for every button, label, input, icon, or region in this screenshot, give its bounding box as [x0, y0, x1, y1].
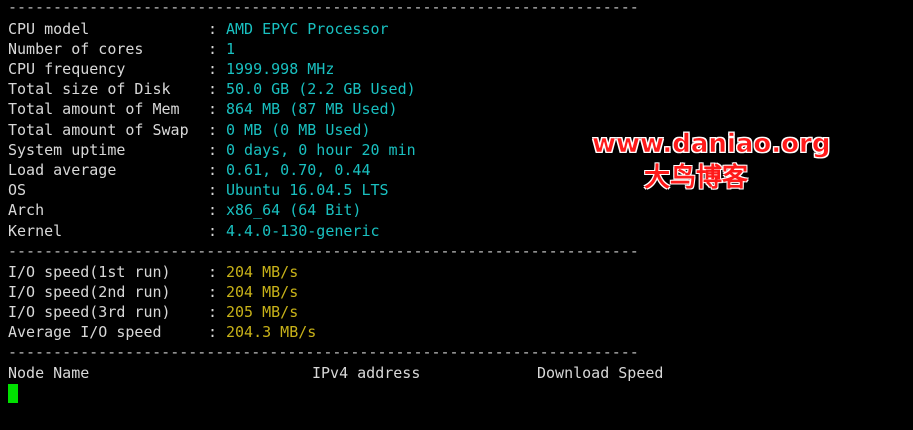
info-colon: :	[208, 80, 218, 98]
info-value: Ubuntu 16.04.5 LTS	[226, 181, 389, 199]
column-download-speed: Download Speed	[537, 364, 664, 382]
io-row-run1: I/O speed(1st run) : 204 MB/s	[8, 262, 888, 282]
info-value: 0 MB (0 MB Used)	[226, 121, 371, 139]
io-colon: :	[208, 323, 218, 341]
info-colon: :	[208, 222, 218, 240]
info-row-cores: Number of cores : 1	[8, 39, 888, 59]
info-row-os: OS : Ubuntu 16.04.5 LTS	[8, 180, 888, 200]
io-colon: :	[208, 263, 218, 281]
info-value: AMD EPYC Processor	[226, 20, 389, 38]
watermark-name: 大鸟博客	[644, 163, 749, 193]
info-colon: :	[208, 141, 218, 159]
info-label: System uptime	[8, 141, 126, 159]
io-value: 205 MB/s	[226, 303, 299, 321]
info-label: Arch	[8, 201, 45, 219]
io-colon: :	[208, 283, 218, 301]
info-value: 1	[226, 40, 236, 58]
terminal-window[interactable]: ----------------------------------------…	[0, 0, 913, 430]
io-label: I/O speed(1st run)	[8, 263, 171, 281]
io-row-average: Average I/O speed : 204.3 MB/s	[8, 322, 888, 342]
info-value: 0 days, 0 hour 20 min	[226, 141, 416, 159]
io-row-run2: I/O speed(2nd run) : 204 MB/s	[8, 282, 888, 302]
separator-line-io: ----------------------------------------…	[8, 242, 639, 260]
info-label: Kernel	[8, 222, 63, 240]
info-value: 4.4.0-130-generic	[226, 222, 380, 240]
info-colon: :	[208, 201, 218, 219]
info-row-cpu-model: CPU model : AMD EPYC Processor	[8, 19, 888, 39]
info-value: x86_64 (64 Bit)	[226, 201, 362, 219]
io-value: 204 MB/s	[226, 283, 299, 301]
info-value: 50.0 GB (2.2 GB Used)	[226, 80, 416, 98]
info-value: 0.61, 0.70, 0.44	[226, 161, 371, 179]
info-colon: :	[208, 60, 218, 78]
info-row-kernel: Kernel : 4.4.0-130-generic	[8, 221, 888, 241]
info-colon: :	[208, 121, 218, 139]
separator-line-speed: ----------------------------------------…	[8, 343, 639, 361]
info-label: CPU model	[8, 20, 90, 38]
watermark-url: www.daniao.org	[592, 129, 831, 160]
info-label: Total amount of Mem	[8, 100, 180, 118]
info-row-load-average: Load average : 0.61, 0.70, 0.44	[8, 160, 888, 180]
info-label: Total amount of Swap	[8, 121, 189, 139]
info-label: Total size of Disk	[8, 80, 171, 98]
io-value: 204 MB/s	[226, 263, 299, 281]
info-value: 864 MB (87 MB Used)	[226, 100, 398, 118]
info-label: OS	[8, 181, 27, 199]
io-label: I/O speed(3rd run)	[8, 303, 171, 321]
info-row-mem: Total amount of Mem : 864 MB (87 MB Used…	[8, 99, 888, 119]
info-label: Load average	[8, 161, 117, 179]
info-row-disk: Total size of Disk : 50.0 GB (2.2 GB Use…	[8, 79, 888, 99]
io-colon: :	[208, 303, 218, 321]
terminal-cursor[interactable]	[8, 384, 18, 403]
info-label: Number of cores	[8, 40, 144, 58]
io-value: 204.3 MB/s	[226, 323, 317, 341]
info-colon: :	[208, 161, 218, 179]
info-colon: :	[208, 100, 218, 118]
column-node-name: Node Name	[8, 364, 90, 382]
column-ipv4-address: IPv4 address	[312, 364, 421, 382]
io-row-run3: I/O speed(3rd run) : 205 MB/s	[8, 302, 888, 322]
separator-line-top: ----------------------------------------…	[8, 0, 639, 16]
info-colon: :	[208, 40, 218, 58]
info-row-arch: Arch : x86_64 (64 Bit)	[8, 200, 888, 220]
info-label: CPU frequency	[8, 60, 126, 78]
io-label: Average I/O speed	[8, 323, 162, 341]
io-label: I/O speed(2nd run)	[8, 283, 171, 301]
info-colon: :	[208, 181, 218, 199]
info-row-cpu-frequency: CPU frequency : 1999.998 MHz	[8, 59, 888, 79]
info-value: 1999.998 MHz	[226, 60, 335, 78]
info-colon: :	[208, 20, 218, 38]
